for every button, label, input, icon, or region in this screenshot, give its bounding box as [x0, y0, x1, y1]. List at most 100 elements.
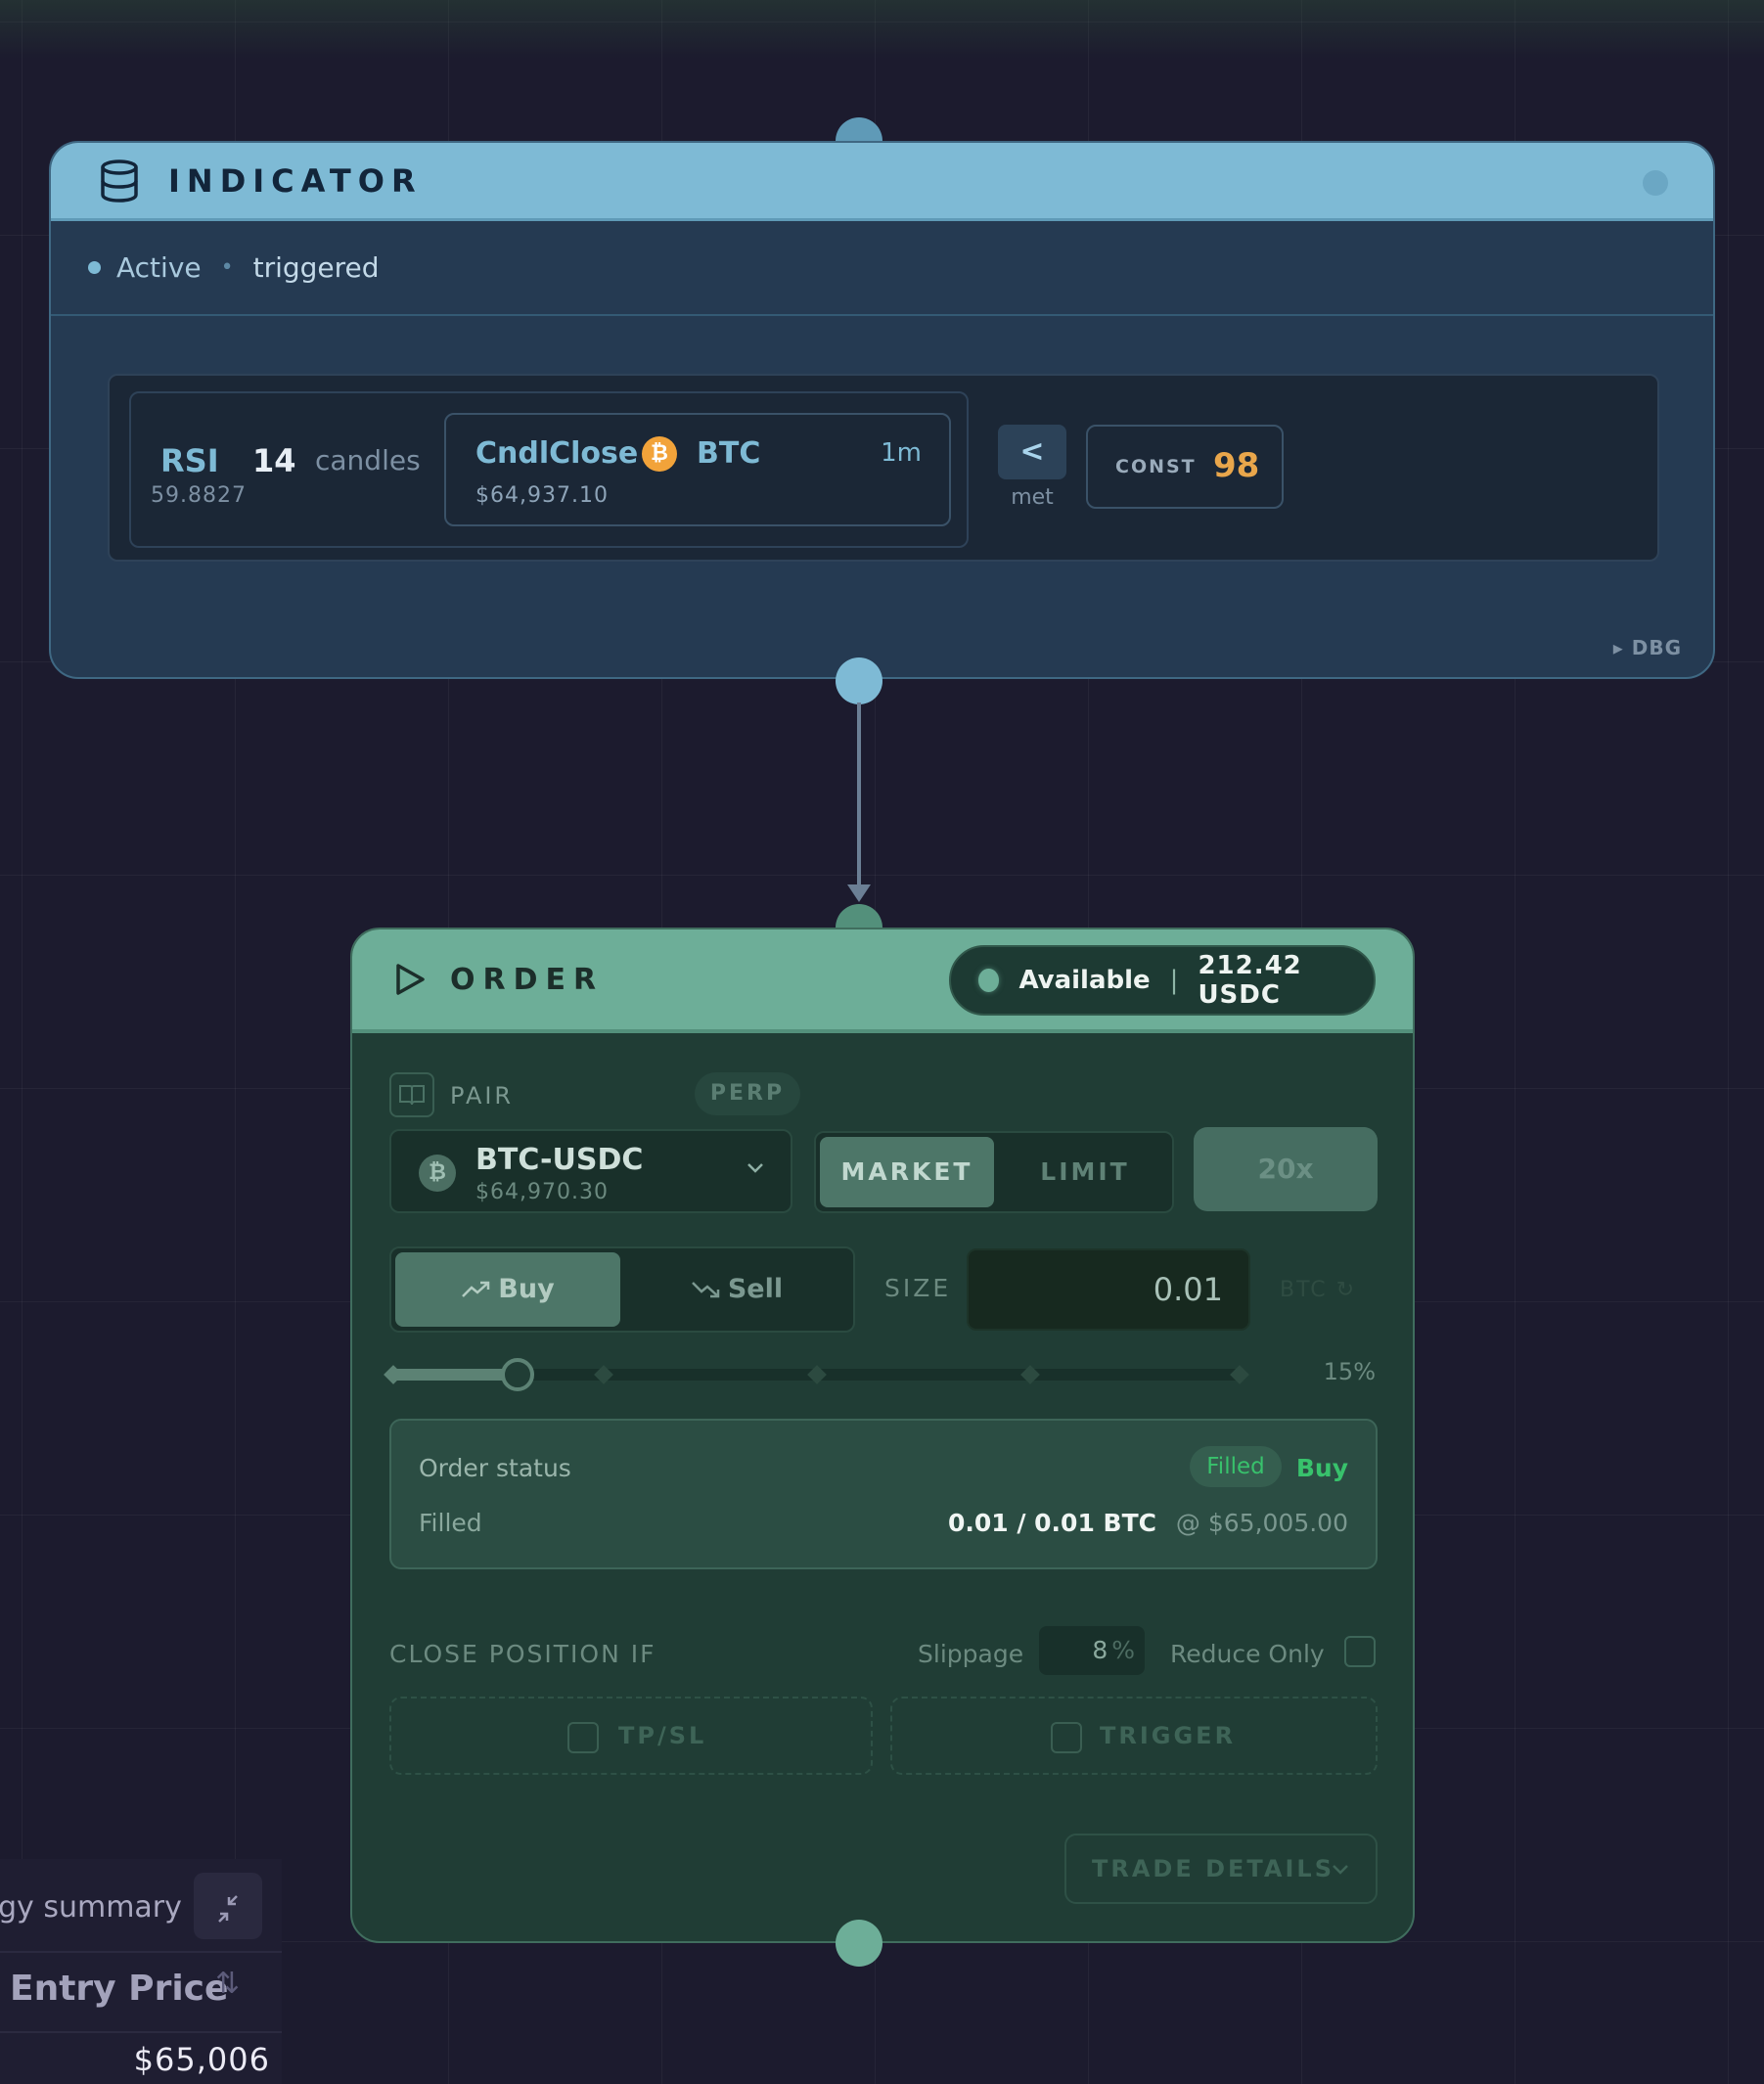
- buy-label: Buy: [498, 1274, 555, 1304]
- market-type-badge: PERP: [695, 1072, 800, 1115]
- trigger-checkbox[interactable]: [1051, 1722, 1082, 1753]
- pair-price: $64,970.30: [475, 1180, 609, 1204]
- chevron-down-icon: [746, 1153, 765, 1182]
- status-separator: •: [220, 255, 234, 280]
- tab-limit[interactable]: LIMIT: [998, 1137, 1172, 1207]
- slippage-label: Slippage: [918, 1640, 1024, 1668]
- pair-selector[interactable]: ₿ BTC-USDC $64,970.30: [389, 1129, 792, 1213]
- order-status-card: Order status Filled Buy Filled 0.01 / 0.…: [389, 1419, 1378, 1569]
- indicator-output-port[interactable]: [836, 657, 882, 704]
- pair-name: BTC-USDC: [475, 1143, 644, 1177]
- connection-arrow-icon: [847, 884, 871, 902]
- trend-down-icon: [691, 1282, 720, 1298]
- rsi-period-unit: candles: [315, 444, 421, 476]
- btc-coin-icon: ₿: [419, 1155, 456, 1192]
- rsi-label: RSI: [160, 442, 219, 479]
- slider-thumb[interactable]: [501, 1358, 534, 1391]
- order-type-toggle: MARKET LIMIT: [814, 1131, 1174, 1213]
- size-unit-toggle[interactable]: BTC ↻: [1280, 1278, 1356, 1302]
- order-side: Buy: [1295, 1454, 1348, 1482]
- collapse-button[interactable]: [194, 1873, 262, 1939]
- fill-price: @ $65,005.00: [1175, 1509, 1348, 1537]
- constant-label: CONST: [1115, 456, 1197, 477]
- summary-title: gy summary: [0, 1890, 182, 1925]
- summary-header: gy summary: [0, 1859, 282, 1953]
- database-icon: [101, 159, 138, 203]
- connection-wire: [857, 702, 861, 894]
- side-toggle: Buy Sell: [389, 1246, 855, 1333]
- tpsl-option[interactable]: TP/SL: [389, 1697, 873, 1775]
- available-balance-pill: Available | 212.42 USDC: [949, 945, 1376, 1016]
- constant-operand[interactable]: CONST 98: [1086, 425, 1284, 509]
- filled-label: Filled: [419, 1509, 482, 1537]
- size-input[interactable]: 0.01: [967, 1248, 1250, 1331]
- trigger-option[interactable]: TRIGGER: [890, 1697, 1378, 1775]
- candle-source-price: $64,937.10: [475, 483, 609, 508]
- sort-icon[interactable]: ⇅: [215, 1967, 240, 2001]
- comparator-button[interactable]: <: [998, 425, 1066, 479]
- status-active: Active: [116, 251, 202, 284]
- reduce-only-checkbox[interactable]: [1344, 1636, 1376, 1667]
- sell-label: Sell: [727, 1274, 784, 1304]
- slippage-input[interactable]: 8%: [1039, 1626, 1145, 1675]
- trade-details-button[interactable]: TRADE DETAILS: [1064, 1834, 1378, 1904]
- book-icon: [389, 1072, 434, 1117]
- candle-source-selector[interactable]: CndlClose ₿ BTC 1m $64,937.10: [444, 413, 951, 526]
- rsi-period[interactable]: 14: [252, 442, 296, 479]
- leverage-button[interactable]: 20x: [1194, 1127, 1378, 1211]
- order-title: ORDER: [450, 962, 605, 997]
- size-label: SIZE: [884, 1274, 952, 1302]
- buy-button[interactable]: Buy: [395, 1252, 620, 1327]
- collapse-icon: [218, 1895, 238, 1923]
- available-separator: |: [1169, 966, 1179, 995]
- trade-details-label: TRADE DETAILS: [1092, 1855, 1335, 1882]
- available-label: Available: [1018, 966, 1151, 995]
- condition-expression-area: RSI 59.8827 14 candles CndlClose ₿ BTC 1…: [108, 374, 1659, 562]
- indicator-status-bar: Active • triggered: [51, 221, 1713, 316]
- size-percent-slider[interactable]: [384, 1358, 1249, 1391]
- close-position-label: CLOSE POSITION IF: [389, 1640, 656, 1668]
- slippage-unit: %: [1111, 1636, 1135, 1664]
- candle-timeframe[interactable]: 1m: [881, 438, 922, 468]
- constant-value[interactable]: 98: [1213, 446, 1259, 485]
- entry-price-value: $65,006: [133, 2041, 270, 2078]
- summary-row-divider: [0, 2031, 282, 2033]
- available-dot-icon: [978, 969, 1000, 992]
- filled-quantity: 0.01 / 0.01 BTC: [947, 1509, 1156, 1537]
- chevron-down-icon: [1331, 1835, 1350, 1902]
- slippage-value: 8: [1092, 1636, 1108, 1664]
- size-percent: 15%: [1323, 1358, 1376, 1385]
- order-node[interactable]: ORDER Available | 212.42 USDC PAIR PERP …: [350, 928, 1415, 1943]
- tab-market[interactable]: MARKET: [820, 1137, 994, 1207]
- slider-fill: [389, 1369, 518, 1381]
- order-output-port[interactable]: [836, 1920, 882, 1967]
- sell-button[interactable]: Sell: [624, 1252, 849, 1327]
- strategy-summary-panel: gy summary Entry Price ⇅ $65,006: [0, 1859, 282, 2084]
- indicator-status-dot-icon: [1643, 170, 1668, 196]
- order-node-header[interactable]: ORDER Available | 212.42 USDC: [352, 929, 1413, 1033]
- rsi-value: 59.8827: [151, 483, 247, 508]
- entry-price-column-header[interactable]: Entry Price: [10, 1969, 228, 2009]
- btc-coin-icon: ₿: [642, 436, 677, 472]
- active-dot-icon: [88, 261, 101, 274]
- indicator-node-header[interactable]: INDICATOR: [51, 143, 1713, 221]
- comparator-state: met: [1011, 485, 1054, 510]
- trend-up-icon: [462, 1281, 490, 1297]
- filled-badge: Filled: [1190, 1446, 1282, 1487]
- rsi-expression[interactable]: RSI 59.8827 14 candles CndlClose ₿ BTC 1…: [129, 391, 969, 548]
- indicator-node[interactable]: INDICATOR Active • triggered RSI 59.8827…: [49, 141, 1715, 679]
- candle-source-symbol: BTC: [697, 436, 761, 471]
- tpsl-checkbox[interactable]: [567, 1722, 599, 1753]
- reduce-only-label: Reduce Only: [1170, 1640, 1325, 1668]
- status-triggered: triggered: [252, 251, 380, 284]
- canvas-top-glow: [0, 0, 1764, 59]
- trigger-label: TRIGGER: [1100, 1722, 1237, 1749]
- pair-label: PAIR: [450, 1082, 515, 1110]
- debug-toggle[interactable]: ▸ DBG: [1613, 636, 1682, 659]
- order-status-title: Order status: [419, 1454, 571, 1482]
- candle-source-name: CndlClose: [475, 436, 639, 471]
- play-icon: [396, 964, 425, 995]
- indicator-title: INDICATOR: [168, 161, 423, 200]
- tpsl-label: TP/SL: [618, 1722, 707, 1749]
- available-balance: 212.42 USDC: [1198, 951, 1302, 1010]
